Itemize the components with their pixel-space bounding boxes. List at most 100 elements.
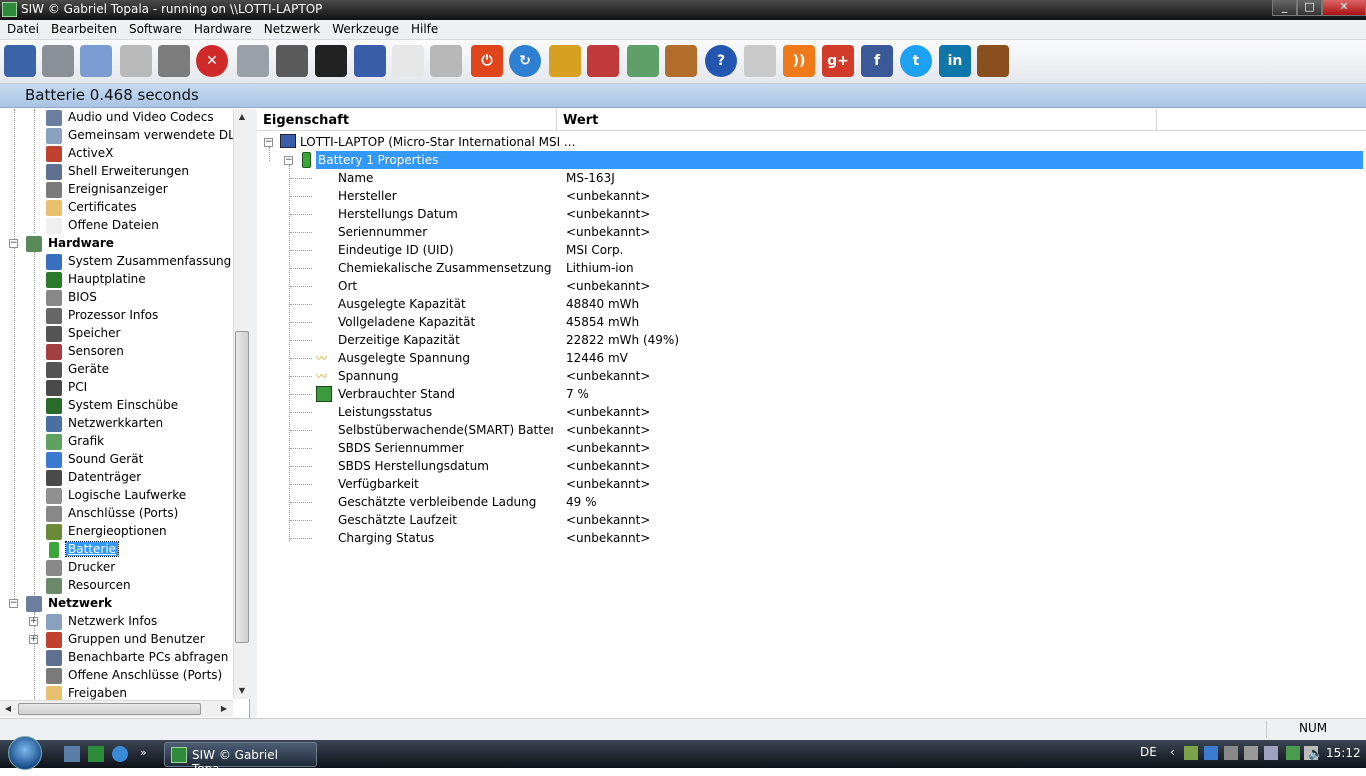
property-row[interactable]: Vollgeladene Kapazität 45854 mWh (257, 313, 1366, 331)
property-row[interactable]: Hersteller <unbekannt> (257, 187, 1366, 205)
expand-toggle-netzwerk-infos[interactable]: + (29, 617, 38, 626)
taskbar-window-button[interactable]: SIW © Gabriel Topa... (164, 742, 317, 776)
menu-item-hardware[interactable]: Hardware (189, 20, 257, 38)
hardware-collapse-toggle[interactable]: − (9, 239, 18, 248)
tree-connector (290, 502, 312, 503)
property-value: <unbekannt> (566, 225, 651, 239)
paste-icon[interactable] (120, 45, 152, 77)
linkedin-icon[interactable]: in (939, 45, 971, 77)
stopwatch-icon[interactable] (430, 45, 462, 77)
property-row[interactable]: Ausgelegte Kapazität 48840 mWh (257, 295, 1366, 313)
property-value: 45854 mWh (566, 315, 640, 329)
google-plus-icon[interactable]: g+ (822, 45, 854, 77)
show-desktop-icon[interactable] (64, 746, 80, 762)
pane-splitter[interactable] (250, 109, 257, 718)
tray-icon-2[interactable] (1204, 746, 1218, 760)
property-row[interactable]: Chemiekalische Zusammensetzung Lithium-io… (257, 259, 1366, 277)
property-row[interactable]: Leistungsstatus <unbekannt> (257, 403, 1366, 421)
property-row[interactable]: Name MS-163J (257, 169, 1366, 187)
rss-icon[interactable]: )) (783, 45, 815, 77)
menu-item-software[interactable]: Software (124, 20, 187, 38)
home-icon[interactable] (665, 45, 697, 77)
property-row[interactable]: Ort <unbekannt> (257, 277, 1366, 295)
shutdown-icon[interactable]: ⏻ (471, 45, 503, 77)
tray-icon-3[interactable] (1224, 746, 1238, 760)
gauge-icon[interactable] (276, 45, 308, 77)
system-einschübe-icon (46, 398, 62, 414)
tray-icon-5[interactable] (1264, 746, 1278, 760)
scroll-thumb-horizontal[interactable] (18, 703, 201, 715)
property-name: Name (338, 171, 374, 185)
menu-item-bearbeiten[interactable]: Bearbeiten (46, 20, 122, 38)
search-icon[interactable] (237, 45, 269, 77)
help-icon[interactable]: ? (705, 45, 737, 77)
scroll-up-arrow[interactable]: ▲ (234, 109, 250, 125)
refresh-icon[interactable]: ↻ (509, 45, 541, 77)
property-row[interactable]: Eindeutige ID (UID) MSI Corp. (257, 241, 1366, 259)
tools-icon[interactable] (587, 45, 619, 77)
quicklaunch-more-icon[interactable]: » (140, 746, 156, 762)
battery-tray-icon[interactable] (1286, 746, 1300, 760)
property-row[interactable]: Herstellungs Datum <unbekannt> (257, 205, 1366, 223)
close-button[interactable]: ✕ (1322, 0, 1366, 16)
scroll-down-arrow[interactable]: ▼ (234, 683, 250, 699)
tree-vertical-scrollbar[interactable]: ▲ ▼ (233, 109, 250, 699)
menu-item-werkzeuge[interactable]: Werkzeuge (327, 20, 404, 38)
property-row[interactable]: 〰 Ausgelegte Spannung 12446 mV (257, 349, 1366, 367)
mail-icon[interactable] (744, 45, 776, 77)
tray-icon-1[interactable] (1184, 746, 1198, 760)
property-row[interactable]: Geschätzte verbleibende Ladung 49 % (257, 493, 1366, 511)
map-icon[interactable] (627, 45, 659, 77)
property-row[interactable]: 〰 Spannung <unbekannt> (257, 367, 1366, 385)
property-row[interactable]: Verbrauchter Stand 7 % (257, 385, 1366, 403)
property-row[interactable]: Derzeitige Kapazität 22822 mWh (49%) (257, 331, 1366, 349)
property-value: <unbekannt> (566, 369, 651, 383)
property-row[interactable]: Charging Status <unbekannt> (257, 529, 1366, 547)
property-row[interactable]: Selbstüberwachende(SMART) Batterie ... <u… (257, 421, 1366, 439)
menu-item-netzwerk[interactable]: Netzwerk (259, 20, 325, 38)
group-collapse-toggle[interactable]: − (284, 156, 293, 165)
monitor-icon[interactable] (315, 45, 347, 77)
pci-icon (46, 380, 62, 396)
property-value: MSI Corp. (566, 243, 624, 257)
clock[interactable]: 15:12 (1326, 746, 1361, 760)
property-row[interactable]: Geschätzte Laufzeit <unbekannt> (257, 511, 1366, 529)
internet-explorer-icon[interactable] (112, 746, 128, 762)
print-icon[interactable] (158, 45, 190, 77)
expand-toggle-gruppen-und-benutzer[interactable]: + (29, 635, 38, 644)
battery-group-row[interactable]: − Battery 1 Properties (257, 151, 1366, 169)
property-row[interactable]: Verfügbarkeit <unbekannt> (257, 475, 1366, 493)
tray-icon-4[interactable] (1244, 746, 1258, 760)
key-icon[interactable] (549, 45, 581, 77)
tray-expand-icon[interactable]: ‹ (1170, 745, 1175, 759)
minimize-button[interactable]: _ (1272, 0, 1297, 16)
language-indicator[interactable]: DE (1140, 745, 1157, 759)
cut-icon[interactable] (42, 45, 74, 77)
tree-root-row[interactable]: − LOTTI-LAPTOP (Micro-Star International … (257, 133, 1366, 151)
tree-horizontal-scrollbar[interactable]: ◀ ▶ (0, 700, 233, 717)
copy-icon[interactable] (80, 45, 112, 77)
property-row[interactable]: Seriennummer <unbekannt> (257, 223, 1366, 241)
network-icon[interactable] (354, 45, 386, 77)
root-collapse-toggle[interactable]: − (264, 138, 273, 147)
start-button[interactable] (8, 736, 42, 770)
property-row[interactable]: SBDS Herstellungsdatum <unbekannt> (257, 457, 1366, 475)
menu-item-hilfe[interactable]: Hilfe (406, 20, 443, 38)
network-collapse-toggle[interactable]: − (9, 599, 18, 608)
scroll-right-arrow[interactable]: ▶ (216, 701, 232, 717)
siw-quicklaunch-icon[interactable] (88, 746, 104, 762)
scroll-left-arrow[interactable]: ◀ (0, 701, 16, 717)
maximize-button[interactable]: □ (1297, 0, 1322, 16)
property-row[interactable]: SBDS Seriennummer <unbekannt> (257, 439, 1366, 457)
scroll-thumb[interactable] (235, 331, 249, 643)
menu-item-datei[interactable]: Datei (2, 20, 44, 38)
column-header-property[interactable]: Eigenschaft (257, 109, 557, 131)
volume-icon[interactable]: 🔈 (1308, 746, 1323, 760)
column-header-value[interactable]: Wert (557, 109, 1157, 131)
coffee-icon[interactable] (977, 45, 1009, 77)
list-icon[interactable] (392, 45, 424, 77)
save-icon[interactable] (4, 45, 36, 77)
facebook-icon[interactable]: f (861, 45, 893, 77)
twitter-icon[interactable]: t (900, 45, 932, 77)
stop-icon[interactable]: ✕ (196, 45, 228, 77)
